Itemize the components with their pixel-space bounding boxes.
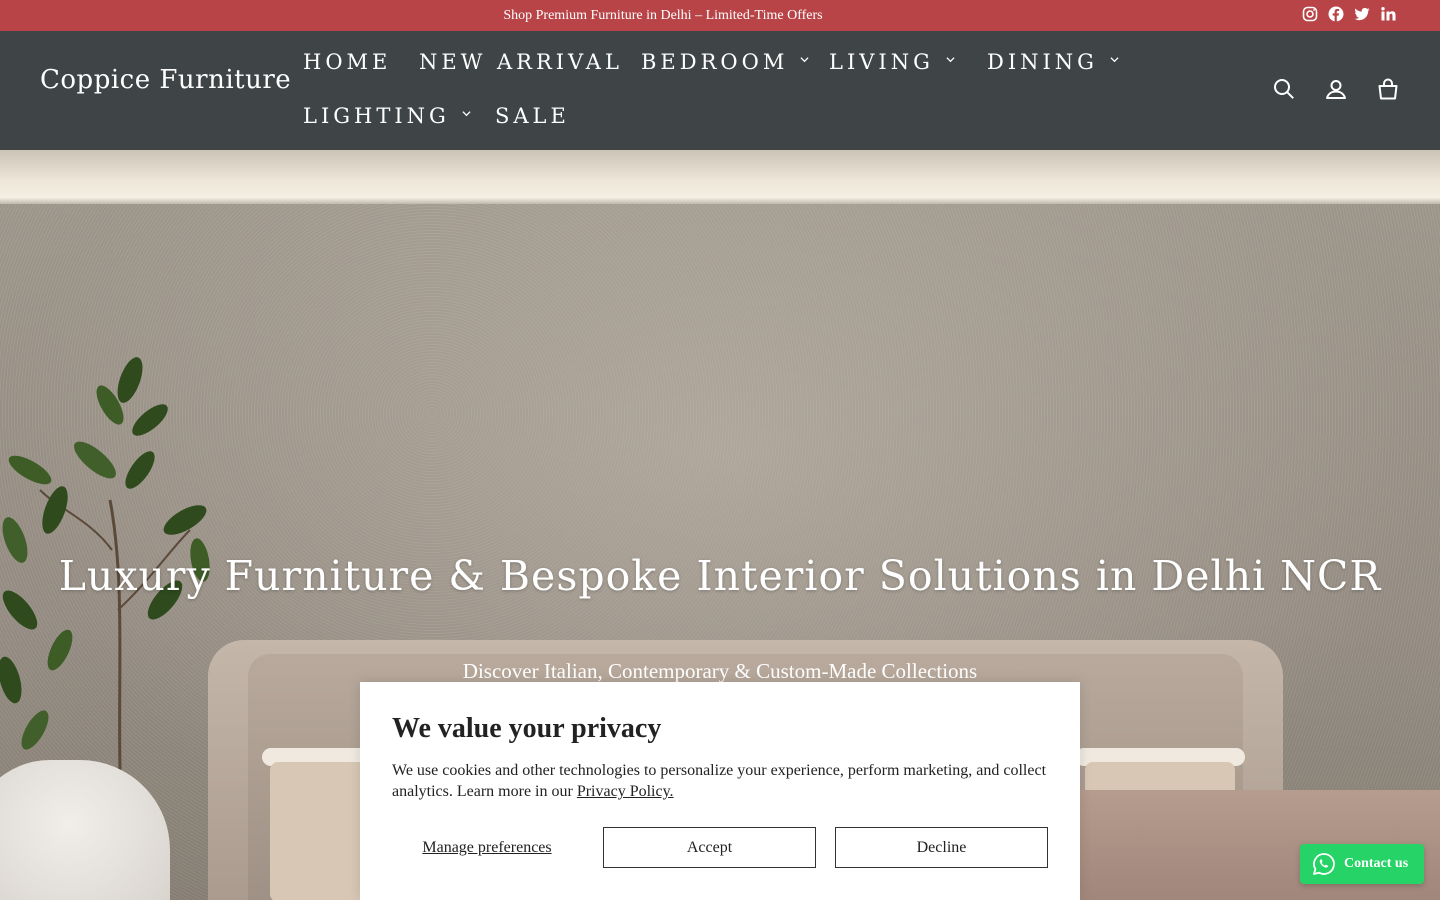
nav-dining-label: DINING	[987, 50, 1098, 74]
chevron-down-icon	[800, 55, 809, 64]
account-icon[interactable]	[1324, 77, 1348, 101]
announcement-text[interactable]: Shop Premium Furniture in Delhi – Limite…	[0, 0, 1326, 31]
chevron-down-icon	[462, 109, 471, 118]
header-actions	[1272, 77, 1400, 101]
nav-lighting-label: LIGHTING	[303, 104, 450, 128]
site-logo[interactable]: Coppice Furniture	[40, 65, 291, 95]
accept-button[interactable]: Accept	[603, 827, 816, 868]
nav-new-arrival[interactable]: NEW ARRIVAL	[419, 50, 623, 74]
nav-new-arrival-label: NEW ARRIVAL	[419, 50, 623, 74]
nav-bedroom-label: BEDROOM	[641, 50, 789, 74]
nav-bedroom[interactable]: BEDROOM	[641, 50, 809, 74]
nav-dining[interactable]: DINING	[987, 50, 1119, 74]
nav-home[interactable]: HOME	[303, 50, 391, 74]
privacy-policy-link[interactable]: Privacy Policy.	[577, 783, 674, 800]
chevron-down-icon	[1110, 55, 1119, 64]
nav-sale-label: SALE	[495, 104, 570, 128]
facebook-icon[interactable]	[1328, 6, 1344, 22]
nav-living-label: LIVING	[829, 50, 934, 74]
whatsapp-icon	[1312, 852, 1336, 876]
contact-us-label: Contact us	[1344, 856, 1409, 871]
search-icon[interactable]	[1272, 77, 1296, 101]
twitter-icon[interactable]	[1354, 6, 1370, 22]
hero-title: Luxury Furniture & Bespoke Interior Solu…	[58, 552, 1382, 600]
hero-subtitle: Discover Italian, Contemporary & Custom-…	[462, 659, 978, 683]
manage-preferences-button[interactable]: Manage preferences	[392, 827, 582, 868]
announcement-bar: Shop Premium Furniture in Delhi – Limite…	[0, 0, 1440, 31]
decline-button[interactable]: Decline	[835, 827, 1048, 868]
instagram-icon[interactable]	[1302, 6, 1318, 22]
chevron-down-icon	[946, 55, 955, 64]
nav-lighting[interactable]: LIGHTING	[303, 104, 471, 128]
hero-ceiling	[0, 150, 1440, 204]
cookie-body-text: We use cookies and other technologies to…	[392, 762, 1047, 800]
social-links	[1302, 6, 1396, 22]
site-header: Coppice Furniture HOME NEW ARRIVAL BEDRO…	[0, 31, 1440, 150]
cookie-body: We use cookies and other technologies to…	[392, 760, 1062, 802]
cookie-title: We value your privacy	[392, 713, 662, 744]
contact-us-button[interactable]: Contact us	[1300, 844, 1424, 884]
cookie-consent-dialog: We value your privacy We use cookies and…	[360, 682, 1080, 900]
nav-home-label: HOME	[303, 50, 392, 74]
cart-icon[interactable]	[1376, 77, 1400, 101]
nav-sale[interactable]: SALE	[495, 104, 570, 128]
nav-living[interactable]: LIVING	[829, 50, 955, 74]
linkedin-icon[interactable]	[1380, 6, 1396, 22]
